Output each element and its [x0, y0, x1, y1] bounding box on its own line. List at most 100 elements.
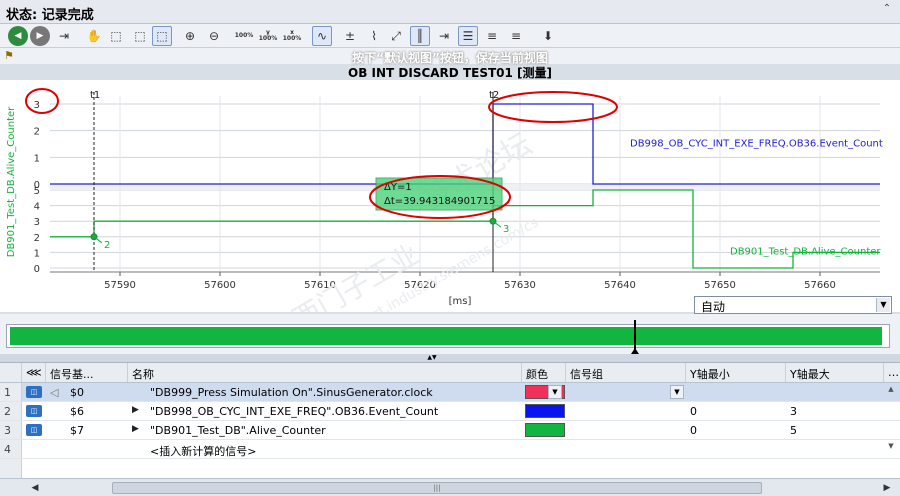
signal-name[interactable]: "DB999_Press Simulation On".SinusGenerat…	[146, 383, 522, 401]
zoom-out-icon[interactable]: ⊖	[204, 26, 224, 46]
y-max[interactable]	[790, 383, 884, 401]
overview-signal-fill	[10, 327, 882, 345]
x-axis-100-icon[interactable]: x 100%	[282, 26, 302, 46]
x-tick-label: 57590	[104, 280, 136, 291]
signal-address: $7	[70, 424, 84, 437]
chart-title: OB INT DISCARD TEST01 [测量]	[348, 66, 552, 80]
x-tick-label: 57650	[704, 280, 736, 291]
scroll-down-icon[interactable]: ▼	[885, 442, 897, 456]
y-tick-label-upper: 3	[34, 100, 40, 111]
scroll-up-icon[interactable]: ▲	[885, 385, 897, 399]
x-tick-label: 57630	[504, 280, 536, 291]
table-row[interactable]: 3 ◫ $7 ▶ "DB901_Test_DB".Alive_Counter 0…	[0, 421, 900, 440]
expand-arrow-icon[interactable]: ◁	[46, 383, 66, 401]
color-dropdown-icon[interactable]: ▼	[548, 385, 562, 399]
y-tick-label-lower: 1	[34, 248, 40, 259]
y-min[interactable]: 0	[686, 421, 786, 439]
align-right-icon[interactable]: ≡	[506, 26, 526, 46]
signal-name[interactable]: "DB901_Test_DB".Alive_Counter	[146, 421, 522, 439]
table-row[interactable]: 4 <插入新计算的信号> ▼	[0, 440, 900, 459]
double-arrow-left-icon[interactable]: ⋘	[22, 363, 46, 382]
horizontal-scrollbar[interactable]: ◀ ||| ▶	[0, 478, 900, 496]
x-axis-label: [ms]	[449, 296, 472, 307]
signal-type-icon: ◫	[26, 405, 42, 417]
scroll-right-icon[interactable]: ▶	[880, 481, 894, 495]
y-tick-label-lower: 2	[34, 233, 40, 244]
row-number: 3	[0, 421, 22, 439]
cursor-value-2: 2	[104, 240, 110, 251]
y-min[interactable]	[690, 383, 786, 401]
y-max[interactable]: 3	[786, 402, 884, 420]
align-left-icon[interactable]: ≡	[482, 26, 502, 46]
more-icon[interactable]: …	[884, 363, 900, 382]
y-tick-label-lower: 5	[34, 186, 40, 197]
zoom-in-icon[interactable]: ⊕	[180, 26, 200, 46]
group-dropdown-icon[interactable]: ▼	[670, 385, 684, 399]
zoom-select-icon[interactable]: ⬚	[106, 26, 126, 46]
y-axis-label: DB901_Test_DB.Alive_Counter	[6, 106, 17, 257]
trace-chart[interactable]: 0123012345DB901_Test_DB.Alive_Counter575…	[0, 80, 900, 312]
back-icon[interactable]: ◀	[8, 26, 28, 46]
table-header-row: ⋘ 信号基... 名称 颜色 信号组 Y轴最小 Y轴最大 …	[0, 363, 900, 383]
header-name[interactable]: 名称	[128, 363, 522, 382]
forward-icon[interactable]: ▶	[30, 26, 50, 46]
insert-signal-placeholder[interactable]: <插入新计算的信号>	[146, 440, 522, 458]
export-icon[interactable]: ⇥	[54, 26, 74, 46]
color-swatch[interactable]	[525, 404, 565, 418]
splitter[interactable]: ▲▼	[0, 354, 900, 362]
splitter-grip-icon[interactable]: ▲▼	[420, 354, 444, 362]
overview-strip[interactable]	[0, 314, 900, 357]
expand-icon[interactable]: ⤢	[386, 26, 406, 46]
zoom-box-icon[interactable]: ⬚	[152, 26, 172, 46]
time-unit-select[interactable]: 自动 ▼	[694, 296, 892, 314]
pin-icon[interactable]: ⬇	[538, 26, 558, 46]
collapse-arrow-icon[interactable]: ⌃	[878, 3, 896, 19]
header-color[interactable]: 颜色	[522, 363, 566, 382]
measure-cursor-icon[interactable]: ║	[410, 26, 430, 46]
row-number-empty	[0, 459, 22, 478]
y-max[interactable]: 5	[786, 421, 884, 439]
hint-bar: ⚑ 按下“默认视图”按钮，保存当前视图	[0, 48, 900, 65]
curve-icon[interactable]: ⌇	[364, 26, 384, 46]
header-group[interactable]: 信号组	[566, 363, 686, 382]
signal-name[interactable]: "DB998_OB_CYC_INT_EXE_FREQ".OB36.Event_C…	[146, 402, 522, 420]
scroll-left-icon[interactable]: ◀	[28, 481, 42, 495]
signal-group[interactable]	[570, 421, 670, 439]
y-tick-label-lower: 0	[34, 264, 40, 275]
row-number: 4	[0, 440, 22, 458]
y-tick-label-upper: 2	[34, 127, 40, 138]
header-ymin[interactable]: Y轴最小	[686, 363, 786, 382]
row-number: 2	[0, 402, 22, 420]
insert-cursor-icon[interactable]: ⇥	[434, 26, 454, 46]
y-axis-100-icon[interactable]: y 100%	[258, 26, 278, 46]
table-row[interactable]: 2 ◫ $6 ▶ "DB998_OB_CYC_INT_EXE_FREQ".OB3…	[0, 402, 900, 421]
x-tick-label: 57640	[604, 280, 636, 291]
expand-triangle-icon[interactable]: ▶	[128, 421, 144, 439]
scrollbar-thumb[interactable]: |||	[112, 482, 762, 494]
measurement-dt: Δt=39.943184901715	[384, 196, 495, 207]
signal-table: ⋘ 信号基... 名称 颜色 信号组 Y轴最小 Y轴最大 … 1 ◫ ◁ $0 …	[0, 362, 900, 478]
signal-type-icon: ◫	[26, 386, 42, 398]
color-swatch[interactable]	[525, 423, 565, 437]
time-marker-icon[interactable]: ±	[340, 26, 360, 46]
signal-group[interactable]	[570, 383, 670, 401]
signal-type-icon: ◫	[26, 424, 42, 436]
signal-group[interactable]	[570, 402, 670, 420]
zoom-fit-icon[interactable]: ⬚	[130, 26, 150, 46]
y-min[interactable]: 0	[686, 402, 786, 420]
expand-triangle-icon[interactable]: ▶	[128, 402, 144, 420]
table-row[interactable]: 1 ◫ ◁ $0 "DB999_Press Simulation On".Sin…	[0, 383, 900, 402]
status-bar: 状态: 记录完成 ⌃	[0, 0, 900, 24]
header-ymax[interactable]: Y轴最大	[786, 363, 884, 382]
trace-chart-area[interactable]: 0 1 2 3 0 1 2 3 4 5 DB901_Test_DB.Alive_Counter 575…	[0, 80, 900, 312]
chevron-down-icon[interactable]: ▼	[876, 298, 890, 312]
table-row-empty	[0, 459, 900, 478]
list-view-icon[interactable]: ☰	[458, 26, 478, 46]
series-label-event-count: DB998_OB_CYC_INT_EXE_FREQ.OB36.Event_Cou…	[630, 139, 883, 150]
waveform-icon[interactable]: ∿	[312, 26, 332, 46]
x-tick-label: 57660	[804, 280, 836, 291]
pan-hand-icon[interactable]: ✋	[84, 26, 104, 46]
signal-address: $0	[70, 386, 84, 399]
zoom-100-icon[interactable]: 100%	[234, 26, 254, 46]
header-signal-addr[interactable]: 信号基...	[46, 363, 128, 382]
